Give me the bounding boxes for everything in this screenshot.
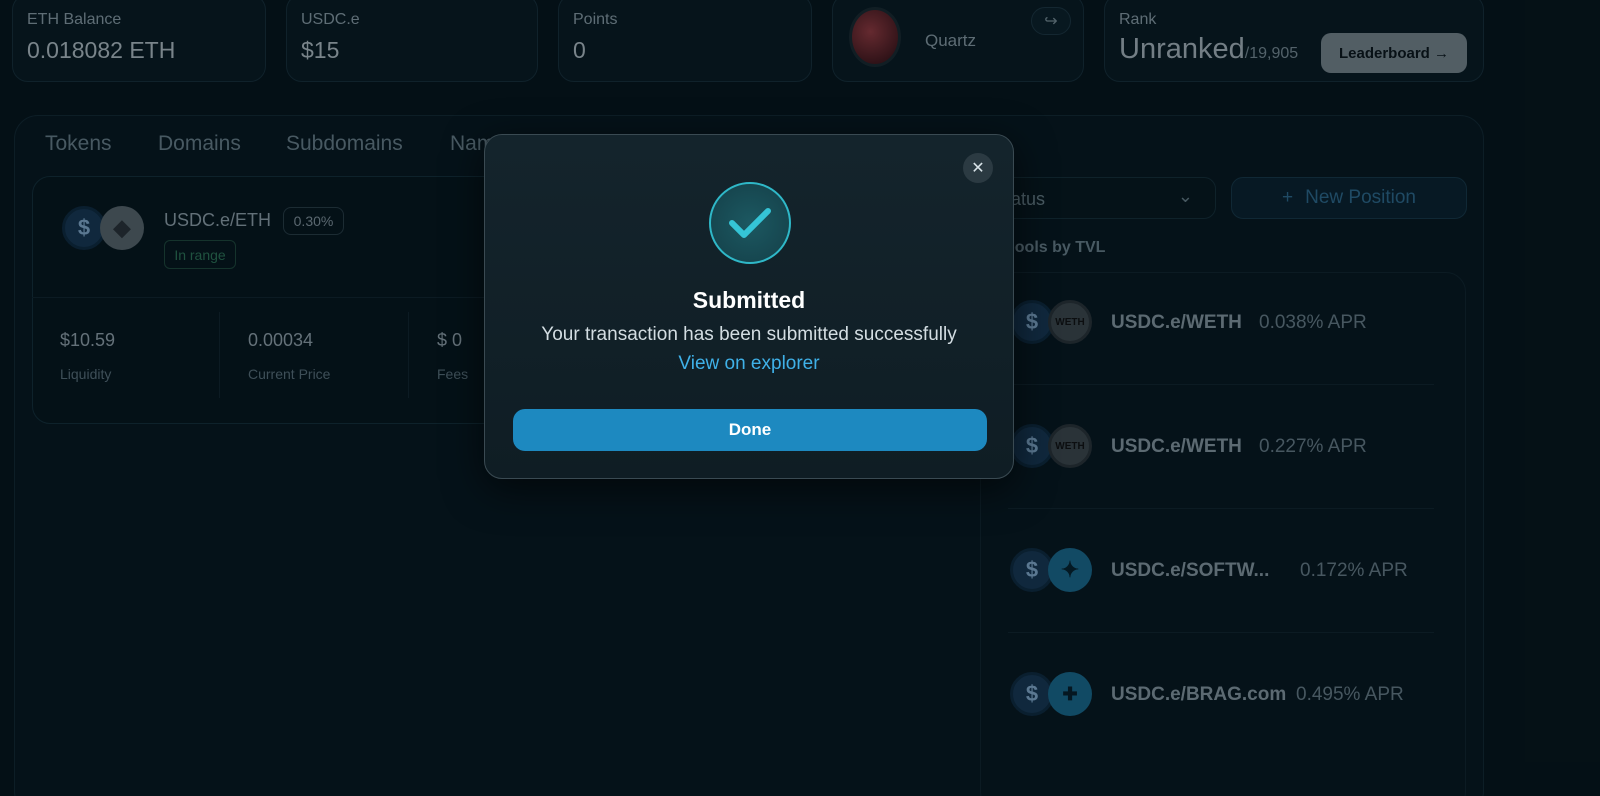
app-page: ETH Balance 0.018082 ETH USDC.e $15 Poin…	[0, 0, 1600, 796]
modal-title: Submitted	[692, 287, 806, 313]
done-button[interactable]: Done	[513, 409, 987, 451]
view-explorer-link[interactable]: View on explorer	[485, 353, 1013, 375]
modal-message: Your transaction has been submitted succ…	[541, 324, 957, 345]
close-icon[interactable]: ✕	[963, 153, 993, 183]
transaction-modal: ✕ Submitted Your transaction has been su…	[484, 134, 1014, 479]
check-icon	[709, 182, 791, 264]
